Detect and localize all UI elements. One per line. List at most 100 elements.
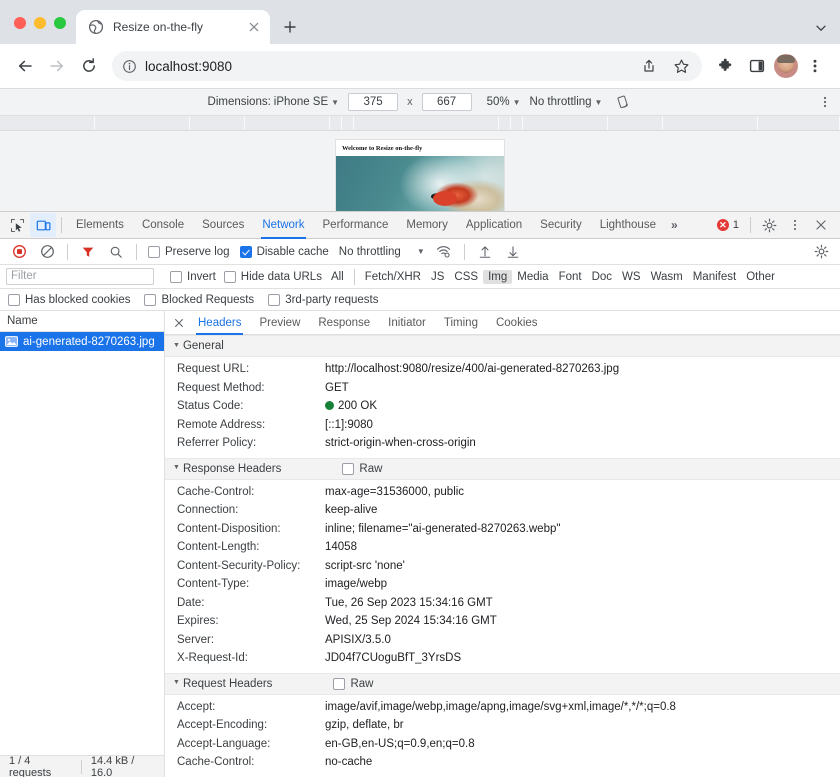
close-icon[interactable] bbox=[169, 311, 189, 335]
device-throttling-selector[interactable]: No throttling ▼ bbox=[530, 96, 603, 108]
raw-toggle-request[interactable]: Raw bbox=[333, 678, 373, 690]
detail-tab-headers[interactable]: Headers bbox=[189, 311, 250, 335]
blocked-requests-checkbox[interactable]: Blocked Requests bbox=[144, 294, 254, 306]
viewport-height-input[interactable]: 667 bbox=[422, 93, 472, 111]
filter-type-media[interactable]: Media bbox=[512, 270, 553, 284]
tabstrip-expand-button[interactable] bbox=[814, 21, 840, 44]
device-mode-menu-icon[interactable] bbox=[818, 95, 832, 109]
filter-type-js[interactable]: JS bbox=[426, 270, 449, 284]
header-row: Accept-Encoding: gzip, deflate, br bbox=[165, 716, 840, 735]
zoom-selector[interactable]: 50% ▼ bbox=[487, 96, 521, 108]
invert-checkbox[interactable]: Invert bbox=[166, 271, 220, 283]
disable-cache-checkbox[interactable]: Disable cache bbox=[236, 246, 333, 258]
tab-application[interactable]: Application bbox=[457, 212, 531, 239]
minimize-window-button[interactable] bbox=[34, 17, 46, 29]
new-tab-button[interactable] bbox=[276, 13, 304, 41]
detail-tab-cookies[interactable]: Cookies bbox=[487, 311, 547, 335]
filter-type-ws[interactable]: WS bbox=[617, 270, 646, 284]
third-party-requests-label: 3rd-party requests bbox=[285, 294, 378, 306]
network-settings-gear-icon[interactable] bbox=[808, 240, 834, 264]
request-list: Name ai-generated-8270263.jpg bbox=[0, 311, 165, 777]
tab-memory[interactable]: Memory bbox=[397, 212, 457, 239]
triangle-down-icon: ▼ bbox=[173, 464, 180, 471]
error-badge[interactable]: ✕ 1 bbox=[714, 218, 745, 232]
chevron-down-icon: ▼ bbox=[417, 247, 425, 256]
detail-tab-response[interactable]: Response bbox=[309, 311, 379, 335]
header-key: Accept: bbox=[177, 698, 325, 717]
tab-network[interactable]: Network bbox=[253, 212, 313, 239]
info-icon[interactable] bbox=[122, 59, 137, 74]
three-dot-menu-icon[interactable] bbox=[800, 51, 830, 81]
record-icon[interactable] bbox=[6, 240, 32, 264]
filter-type-wasm[interactable]: Wasm bbox=[646, 270, 688, 284]
header-row: Content-Security-Policy: script-src 'non… bbox=[165, 557, 840, 576]
header-value: image/avif,image/webp,image/apng,image/s… bbox=[325, 698, 840, 717]
filter-type-css[interactable]: CSS bbox=[449, 270, 483, 284]
column-name: Name bbox=[7, 315, 38, 327]
detail-tab-preview[interactable]: Preview bbox=[250, 311, 309, 335]
export-har-icon[interactable] bbox=[500, 240, 526, 264]
filter-type-doc[interactable]: Doc bbox=[587, 270, 617, 284]
filter-type-img[interactable]: Img bbox=[483, 270, 512, 284]
device-selector[interactable]: Dimensions: iPhone SE ▼ bbox=[208, 96, 340, 108]
preserve-log-checkbox[interactable]: Preserve log bbox=[144, 246, 234, 258]
gear-icon[interactable] bbox=[756, 213, 782, 237]
section-header-general[interactable]: ▼ General bbox=[165, 335, 840, 357]
header-key: Content-Type: bbox=[177, 575, 325, 594]
avatar[interactable] bbox=[774, 54, 798, 78]
tab-lighthouse[interactable]: Lighthouse bbox=[591, 212, 665, 239]
forward-arrow-icon[interactable] bbox=[42, 51, 72, 81]
reload-icon[interactable] bbox=[74, 51, 104, 81]
section-header-response-headers[interactable]: ▼ Response Headers Raw bbox=[165, 458, 840, 480]
more-panels-icon[interactable]: » bbox=[665, 218, 684, 232]
tab-security[interactable]: Security bbox=[531, 212, 591, 239]
back-arrow-icon[interactable] bbox=[10, 51, 40, 81]
import-har-icon[interactable] bbox=[472, 240, 498, 264]
puzzle-icon[interactable] bbox=[710, 51, 740, 81]
network-throttling-selector[interactable]: No throttling ▼ bbox=[335, 246, 429, 258]
filter-type-all[interactable]: All bbox=[326, 270, 349, 284]
filter-type-fetch-xhr[interactable]: Fetch/XHR bbox=[360, 270, 426, 284]
close-icon[interactable] bbox=[246, 19, 262, 35]
tab-sources[interactable]: Sources bbox=[193, 212, 253, 239]
request-list-empty-space[interactable] bbox=[0, 351, 164, 777]
filter-input[interactable]: Filter bbox=[6, 268, 154, 285]
browser-tab[interactable]: Resize on-the-fly bbox=[76, 10, 270, 44]
side-panel-icon[interactable] bbox=[742, 51, 772, 81]
headers-content[interactable]: ▼ General Request URL: http://localhost:… bbox=[165, 335, 840, 777]
device-toolbar-icon[interactable] bbox=[30, 213, 56, 237]
third-party-requests-checkbox[interactable]: 3rd-party requests bbox=[268, 294, 378, 306]
filter-funnel-icon[interactable] bbox=[75, 240, 101, 264]
header-row: Connection: keep-alive bbox=[165, 501, 840, 520]
tab-elements[interactable]: Elements bbox=[67, 212, 133, 239]
viewport-width-input[interactable]: 375 bbox=[348, 93, 398, 111]
share-icon[interactable] bbox=[634, 51, 664, 81]
inspect-element-icon[interactable] bbox=[4, 213, 30, 237]
detail-tab-initiator[interactable]: Initiator bbox=[379, 311, 435, 335]
maximize-window-button[interactable] bbox=[54, 17, 66, 29]
filter-type-font[interactable]: Font bbox=[554, 270, 587, 284]
star-icon[interactable] bbox=[666, 51, 696, 81]
close-window-button[interactable] bbox=[14, 17, 26, 29]
rotate-icon[interactable] bbox=[617, 95, 632, 110]
search-icon[interactable] bbox=[103, 240, 129, 264]
raw-toggle-response[interactable]: Raw bbox=[342, 463, 382, 475]
hide-data-urls-checkbox[interactable]: Hide data URLs bbox=[220, 271, 326, 283]
filter-type-other[interactable]: Other bbox=[741, 270, 780, 284]
transfer-size: 14.4 kB / 16.0 bbox=[82, 755, 164, 777]
table-row[interactable]: ai-generated-8270263.jpg bbox=[0, 332, 164, 351]
three-dot-menu-icon[interactable] bbox=[782, 213, 808, 237]
wifi-settings-icon[interactable] bbox=[431, 240, 457, 264]
tab-console[interactable]: Console bbox=[133, 212, 193, 239]
clear-icon[interactable] bbox=[34, 240, 60, 264]
header-value: image/webp bbox=[325, 575, 840, 594]
section-header-request-headers[interactable]: ▼ Request Headers Raw bbox=[165, 673, 840, 695]
filter-type-manifest[interactable]: Manifest bbox=[688, 270, 741, 284]
address-bar[interactable]: localhost:9080 bbox=[112, 51, 702, 81]
close-icon[interactable] bbox=[808, 213, 834, 237]
devtools-tabbar: Elements Console Sources Network Perform… bbox=[0, 212, 840, 239]
detail-tab-timing[interactable]: Timing bbox=[435, 311, 487, 335]
header-row: Accept: image/avif,image/webp,image/apng… bbox=[165, 698, 840, 717]
has-blocked-cookies-checkbox[interactable]: Has blocked cookies bbox=[8, 294, 130, 306]
tab-performance[interactable]: Performance bbox=[314, 212, 398, 239]
